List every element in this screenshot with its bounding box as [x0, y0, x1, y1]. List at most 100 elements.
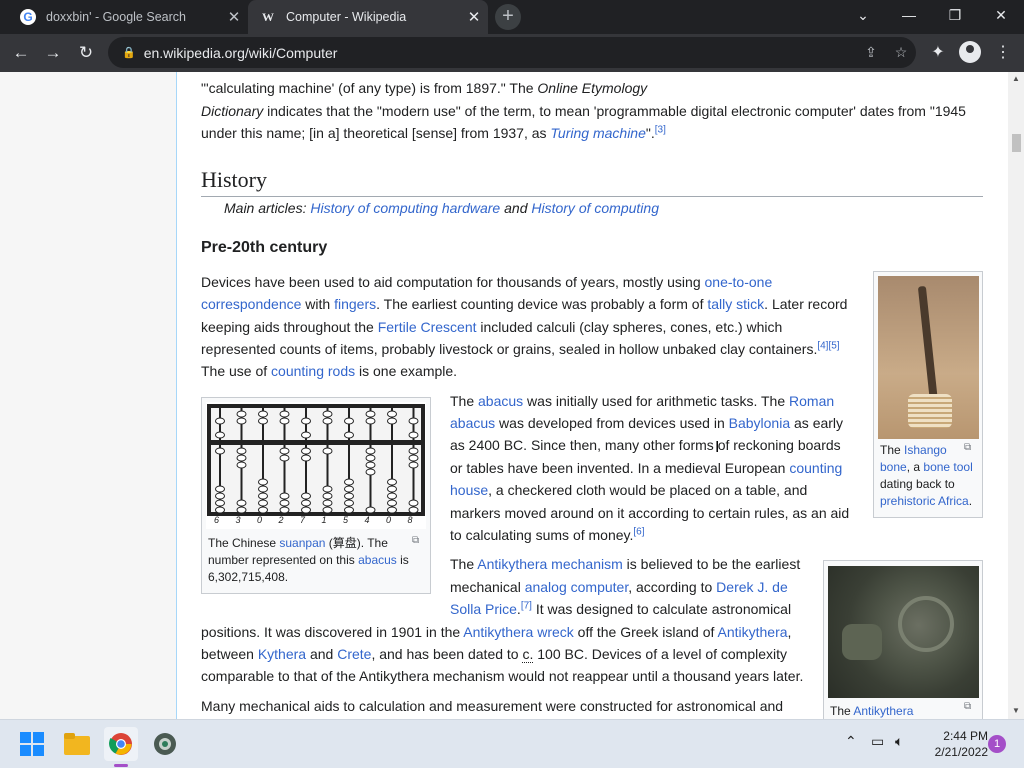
antikythera-mechanism-image[interactable]: [828, 566, 979, 698]
text: is believed to be the earliest: [622, 556, 801, 572]
link-antikythera[interactable]: Antikythera: [717, 624, 787, 640]
close-window-button[interactable]: ✕: [978, 0, 1024, 30]
forward-arrow-icon[interactable]: →: [42, 42, 64, 64]
link-crete[interactable]: Crete: [337, 646, 371, 662]
link-one-to-one[interactable]: one-to-one: [705, 274, 773, 290]
abacus-bead: [301, 492, 311, 500]
scroll-up-arrow-icon[interactable]: ▲: [1008, 74, 1024, 83]
share-icon[interactable]: ⇪: [856, 44, 886, 61]
link-fertile-crescent[interactable]: Fertile Crescent: [378, 319, 477, 335]
article-body: "'calculating machine' (of any type) is …: [201, 72, 983, 719]
text: "'calculating machine' (of any type) is …: [201, 80, 538, 96]
text: The: [450, 393, 479, 409]
abacus-bead: [301, 417, 311, 425]
link-derek-de-solla-price[interactable]: Solla Price: [450, 601, 517, 617]
start-logo: [20, 732, 44, 756]
abbr-circa[interactable]: c.: [522, 646, 534, 663]
abacus-bead: [408, 417, 419, 425]
link-roman-abacus[interactable]: Roman: [789, 393, 834, 409]
ishango-bone-image[interactable]: [878, 276, 979, 439]
reference-link[interactable]: [6]: [633, 526, 644, 537]
link-counting-house[interactable]: counting: [789, 460, 842, 476]
link-antikythera[interactable]: Antikythera: [853, 704, 913, 718]
reference-link[interactable]: [7]: [521, 600, 532, 611]
link-history-of-computing[interactable]: History of computing: [531, 200, 659, 216]
abacus-bead: [408, 506, 419, 514]
abacus-bead: [387, 506, 397, 514]
abacus-bead: [236, 417, 247, 425]
link-ishango-bone[interactable]: bone: [880, 460, 907, 474]
extensions-puzzle-icon[interactable]: ✦: [927, 42, 949, 64]
minimize-button[interactable]: —: [886, 0, 932, 30]
page-scrollbar[interactable]: ▲ ▼: [1008, 72, 1024, 719]
volume-icon[interactable]: 🔈︎: [895, 733, 903, 750]
link-bone-tool[interactable]: bone tool: [923, 460, 972, 474]
text: and: [306, 646, 338, 662]
abacus-bead: [258, 499, 268, 507]
link-abacus[interactable]: abacus: [358, 553, 397, 567]
abacus-bead: [365, 461, 376, 469]
file-explorer-icon[interactable]: [60, 727, 94, 761]
link-derek-de-solla-price[interactable]: Derek J. de: [716, 579, 788, 595]
text: The use of: [201, 363, 272, 379]
abacus-bead: [301, 447, 311, 455]
abacus-bead: [279, 417, 290, 425]
link-history-of-computing-hardware[interactable]: History of computing hardware: [310, 200, 500, 216]
link-counting-rods[interactable]: counting rods: [271, 363, 355, 379]
link-roman-abacus[interactable]: abacus: [450, 415, 495, 431]
link-prehistoric-africa[interactable]: prehistoric Africa: [880, 494, 969, 508]
abacus-bead: [344, 492, 354, 500]
abacus-bead: [322, 492, 333, 500]
suanpan-image[interactable]: 6 3 0 2 7 1 5 4 0 8: [206, 402, 426, 529]
link-abacus[interactable]: abacus: [478, 393, 523, 409]
menu-kebab-icon[interactable]: ⋮: [992, 42, 1014, 64]
fragment-shape: [842, 624, 882, 660]
show-hidden-icons-chevron-icon[interactable]: ⌃: [845, 733, 857, 750]
link-antikythera-mechanism[interactable]: Antikythera mechanism: [477, 556, 623, 572]
link-correspondence[interactable]: correspondence: [201, 296, 301, 312]
abacus-bead: [215, 492, 225, 500]
link-antikythera-wreck[interactable]: Antikythera wreck: [463, 624, 573, 640]
abacus-bead: [215, 417, 225, 425]
text: . Later record: [764, 296, 848, 312]
back-arrow-icon[interactable]: ←: [10, 42, 32, 64]
tab-google-search[interactable]: G doxxbin' - Google Search ✕: [8, 0, 248, 34]
network-icon[interactable]: ▭: [871, 733, 884, 750]
stand-shape: [908, 394, 952, 428]
link-ishango-bone[interactable]: Ishango: [904, 443, 947, 457]
system-clock[interactable]: 2:44 PM 2/21/2022: [920, 728, 988, 760]
notification-badge[interactable]: 1: [988, 735, 1006, 753]
app-taskbar-icon[interactable]: [148, 727, 182, 761]
windows-start-icon[interactable]: [15, 727, 49, 761]
new-tab-button[interactable]: +: [495, 4, 521, 30]
address-bar[interactable]: 🔒 en.wikipedia.org/wiki/Computer ⇪ ☆: [108, 37, 916, 68]
bookmark-star-icon[interactable]: ☆: [886, 44, 916, 61]
text: . The earliest counting device was proba…: [376, 296, 708, 312]
link-fingers[interactable]: fingers: [334, 296, 376, 312]
close-tab-icon[interactable]: ✕: [220, 8, 248, 26]
text: 100 BC. Devices of a level of complexity: [533, 646, 788, 662]
link-kythera[interactable]: Kythera: [258, 646, 306, 662]
link-counting-house[interactable]: house: [450, 482, 488, 498]
link-tally-stick[interactable]: tally stick: [707, 296, 764, 312]
tab-wikipedia[interactable]: W Computer - Wikipedia ✕: [248, 0, 488, 34]
reload-icon[interactable]: ↻: [75, 42, 97, 64]
enlarge-icon[interactable]: ⧉: [964, 701, 971, 712]
link-analog-computer[interactable]: analog computer: [525, 579, 629, 595]
text: , and has been dated to: [371, 646, 523, 662]
reference-link[interactable]: [3]: [655, 124, 666, 135]
link-turing-machine[interactable]: Turing machine: [550, 125, 645, 141]
scroll-down-arrow-icon[interactable]: ▼: [1008, 706, 1024, 715]
url-text[interactable]: en.wikipedia.org/wiki/Computer: [144, 45, 856, 61]
text: is one example.: [355, 363, 458, 379]
close-tab-icon[interactable]: ✕: [460, 8, 488, 26]
profile-avatar-icon[interactable]: [959, 41, 981, 63]
restore-button[interactable]: ❐: [932, 0, 978, 30]
link-babylonia[interactable]: Babylonia: [729, 415, 791, 431]
scrollbar-thumb[interactable]: [1012, 134, 1021, 152]
text: mechanical: [450, 579, 525, 595]
tab-search-chevron-icon[interactable]: ⌄: [840, 0, 886, 30]
chrome-taskbar-icon[interactable]: [104, 727, 138, 767]
link-suanpan[interactable]: suanpan: [279, 536, 325, 550]
reference-link[interactable]: [4][5]: [817, 340, 839, 351]
